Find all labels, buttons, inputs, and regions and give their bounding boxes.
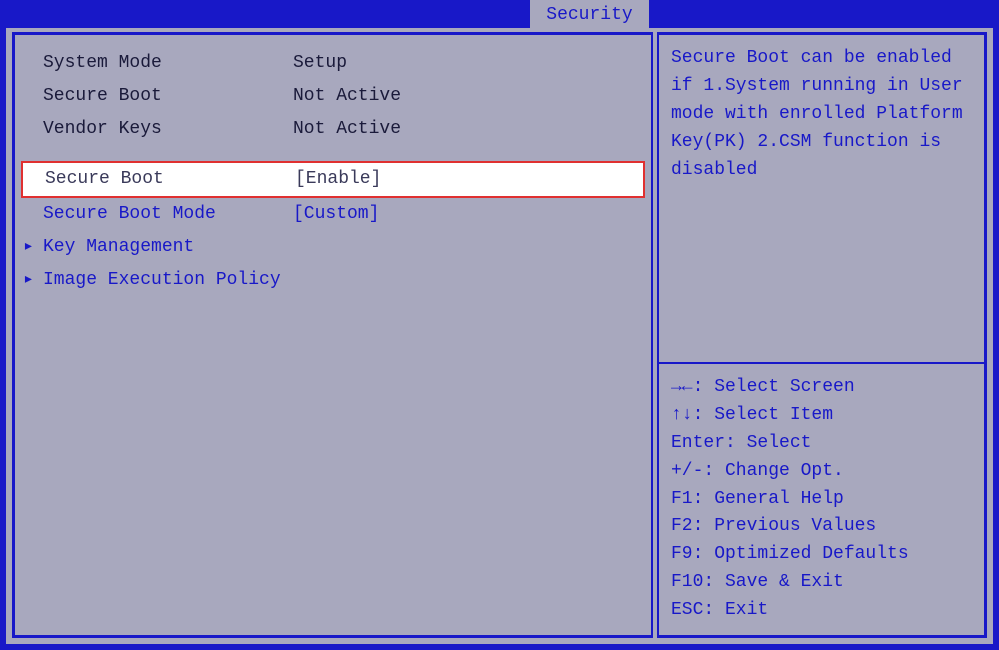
nav-select-screen: →←: Select Screen bbox=[671, 374, 972, 402]
help-nav-panel: Secure Boot can be enabled if 1.System r… bbox=[657, 32, 987, 638]
help-text: Secure Boot can be enabled if 1.System r… bbox=[671, 45, 972, 184]
menu-label: Secure Boot Mode bbox=[43, 200, 293, 229]
nav-hints: →←: Select Screen ↑↓: Select Item Enter:… bbox=[659, 364, 984, 635]
tab-security[interactable]: Security bbox=[530, 0, 648, 28]
menu-label: Key Management bbox=[43, 233, 194, 262]
menu-value: [Custom] bbox=[293, 200, 647, 229]
info-label: System Mode bbox=[43, 49, 293, 78]
menu-image-execution-policy[interactable]: ▸ Image Execution Policy bbox=[19, 264, 647, 297]
nav-general-help: F1: General Help bbox=[671, 486, 972, 514]
info-label: Secure Boot bbox=[43, 82, 293, 111]
submenu-arrow-icon: ▸ bbox=[23, 266, 43, 295]
info-label: Vendor Keys bbox=[43, 115, 293, 144]
main-area: System Mode Setup Secure Boot Not Active… bbox=[6, 26, 993, 644]
menu-key-management[interactable]: ▸ Key Management bbox=[19, 231, 647, 264]
menu-secure-boot-mode[interactable]: Secure Boot Mode [Custom] bbox=[19, 198, 647, 231]
info-vendor-keys: Vendor Keys Not Active bbox=[19, 113, 647, 146]
nav-enter: Enter: Select bbox=[671, 430, 972, 458]
bios-frame: Security System Mode Setup Secure Boot N… bbox=[0, 0, 999, 650]
info-system-mode: System Mode Setup bbox=[19, 47, 647, 80]
menu-value: [Enable] bbox=[295, 165, 643, 194]
nav-previous-values: F2: Previous Values bbox=[671, 513, 972, 541]
menu-label: Image Execution Policy bbox=[43, 266, 281, 295]
settings-panel: System Mode Setup Secure Boot Not Active… bbox=[12, 32, 653, 638]
info-secure-boot: Secure Boot Not Active bbox=[19, 80, 647, 113]
menu-label: Secure Boot bbox=[45, 165, 295, 194]
nav-esc: ESC: Exit bbox=[671, 597, 972, 625]
spacer bbox=[19, 145, 647, 161]
submenu-arrow-icon: ▸ bbox=[23, 233, 43, 262]
info-value: Setup bbox=[293, 49, 647, 78]
info-value: Not Active bbox=[293, 115, 647, 144]
nav-change-opt: +/-: Change Opt. bbox=[671, 458, 972, 486]
nav-save-exit: F10: Save & Exit bbox=[671, 569, 972, 597]
menu-secure-boot-toggle[interactable]: Secure Boot [Enable] bbox=[21, 161, 645, 198]
nav-select-item: ↑↓: Select Item bbox=[671, 402, 972, 430]
nav-optimized-defaults: F9: Optimized Defaults bbox=[671, 541, 972, 569]
help-text-area: Secure Boot can be enabled if 1.System r… bbox=[659, 35, 984, 362]
info-value: Not Active bbox=[293, 82, 647, 111]
tab-bar: Security bbox=[0, 0, 999, 28]
